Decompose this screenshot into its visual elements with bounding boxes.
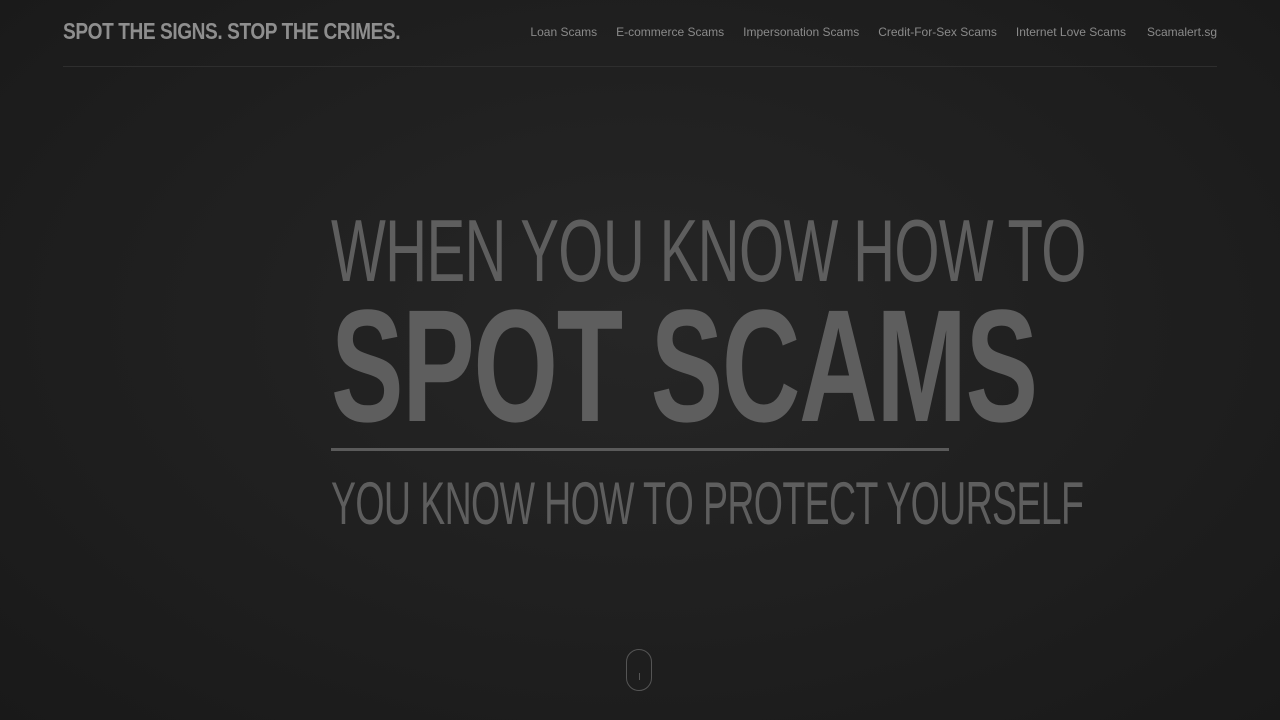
scroll-wheel-indicator bbox=[638, 673, 640, 680]
hero-subheadline: YOU KNOW HOW TO PROTECT YOURSELF bbox=[331, 470, 1084, 537]
main-nav: Loan Scams E-commerce Scams Impersonatio… bbox=[511, 25, 1217, 39]
mouse-scroll-icon[interactable] bbox=[626, 649, 652, 691]
site-logo[interactable]: SPOT THE SIGNS. STOP THE CRIMES. bbox=[63, 18, 401, 45]
hero-headline: SPOT SCAMS bbox=[331, 276, 1038, 455]
nav-link-scamalert[interactable]: Scamalert.sg bbox=[1147, 25, 1217, 39]
nav-link-impersonation-scams[interactable]: Impersonation Scams bbox=[743, 25, 859, 39]
nav-link-internet-love-scams[interactable]: Internet Love Scams bbox=[1016, 25, 1126, 39]
nav-link-ecommerce-scams[interactable]: E-commerce Scams bbox=[616, 25, 724, 39]
nav-link-loan-scams[interactable]: Loan Scams bbox=[530, 25, 597, 39]
site-header: SPOT THE SIGNS. STOP THE CRIMES. Loan Sc… bbox=[63, 0, 1217, 67]
hero-divider bbox=[331, 448, 949, 451]
nav-link-credit-for-sex-scams[interactable]: Credit-For-Sex Scams bbox=[878, 25, 997, 39]
